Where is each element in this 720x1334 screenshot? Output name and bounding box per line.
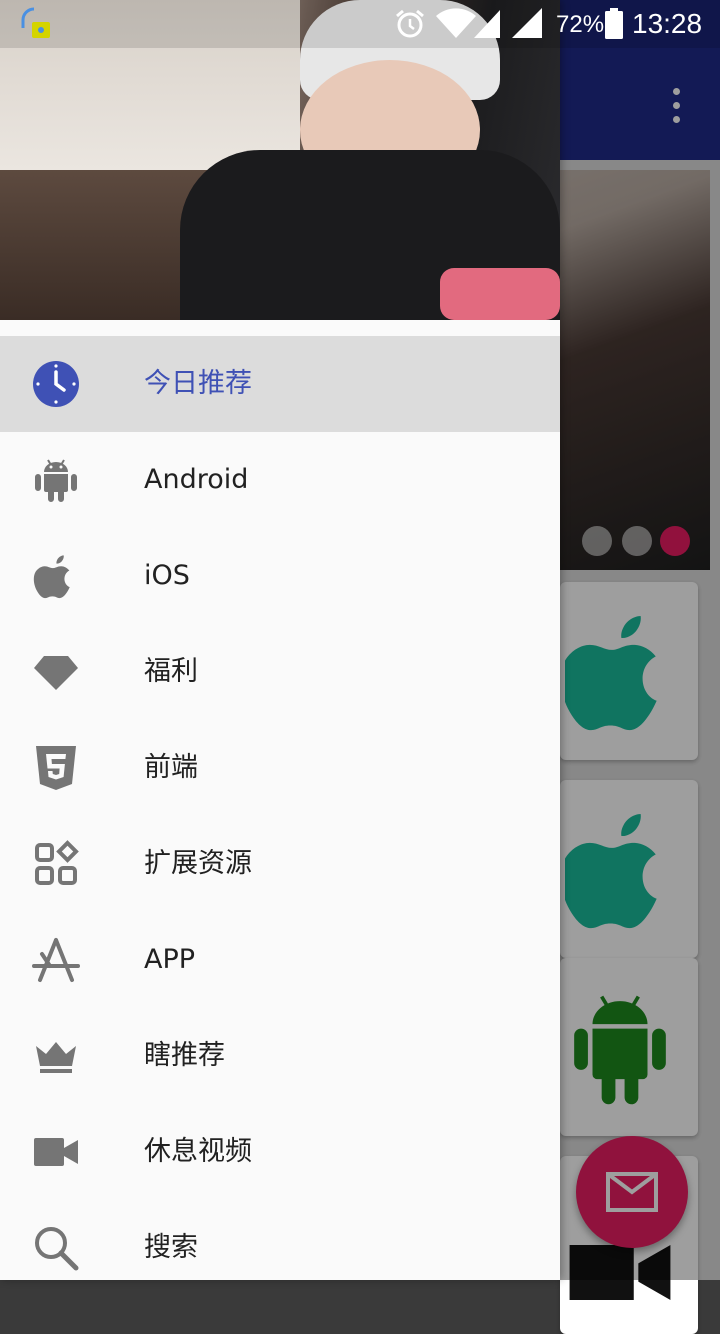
- drawer-item-label: 休息视频: [144, 1136, 252, 1167]
- app-notification-icon: [21, 7, 50, 38]
- drawer-item-frontend[interactable]: 前端: [0, 720, 560, 816]
- status-bar: 72% 13:28: [0, 0, 720, 48]
- navigation-drawer: 今日推荐 Android iOS 福利 前端 扩展资源 APP 瞎推荐 休息视频…: [0, 0, 560, 1280]
- drawer-item-today[interactable]: 今日推荐: [0, 336, 560, 432]
- drawer-item-label: Android: [144, 464, 249, 495]
- drawer-item-label: 瞎推荐: [144, 1040, 225, 1071]
- widgets-icon: [35, 840, 79, 885]
- drawer-item-label: 福利: [144, 656, 198, 687]
- crown-icon: [36, 1042, 76, 1073]
- drawer-item-app[interactable]: APP: [0, 912, 560, 1008]
- drawer-item-android[interactable]: Android: [0, 432, 560, 528]
- drawer-item-label: iOS: [144, 560, 190, 591]
- html5-icon: [36, 746, 76, 790]
- videocam-icon: [34, 1138, 78, 1166]
- drawer-item-label: 今日推荐: [144, 368, 252, 399]
- battery-icon: [605, 8, 623, 39]
- drawer-item-resources[interactable]: 扩展资源: [0, 816, 560, 912]
- wifi-icon: [436, 8, 476, 38]
- drawer-item-label: 搜索: [144, 1232, 198, 1263]
- app-store-icon: [32, 938, 80, 982]
- drawer-item-label: APP: [144, 944, 196, 975]
- drawer-item-video[interactable]: 休息视频: [0, 1104, 560, 1200]
- search-icon: [35, 1227, 79, 1271]
- android-icon: [35, 459, 77, 502]
- apple-icon: [33, 555, 70, 599]
- drawer-item-ios[interactable]: iOS: [0, 528, 560, 624]
- drawer-item-label: 前端: [144, 752, 198, 783]
- signal-icon: [474, 10, 500, 38]
- drawer-item-label: 扩展资源: [144, 848, 252, 879]
- drawer-item-recommend[interactable]: 瞎推荐: [0, 1008, 560, 1104]
- diamond-icon: [34, 656, 78, 690]
- status-time: 13:28: [632, 8, 703, 39]
- alarm-icon: [396, 9, 424, 38]
- clock-icon: [33, 361, 79, 407]
- drawer-item-welfare[interactable]: 福利: [0, 624, 560, 720]
- drawer-menu: 今日推荐 Android iOS 福利 前端 扩展资源 APP 瞎推荐 休息视频…: [0, 336, 560, 1296]
- signal-icon-2: [512, 8, 542, 38]
- drawer-header-image: [0, 0, 560, 320]
- drawer-item-search[interactable]: 搜索: [0, 1200, 560, 1296]
- battery-percent: 72%: [556, 11, 605, 38]
